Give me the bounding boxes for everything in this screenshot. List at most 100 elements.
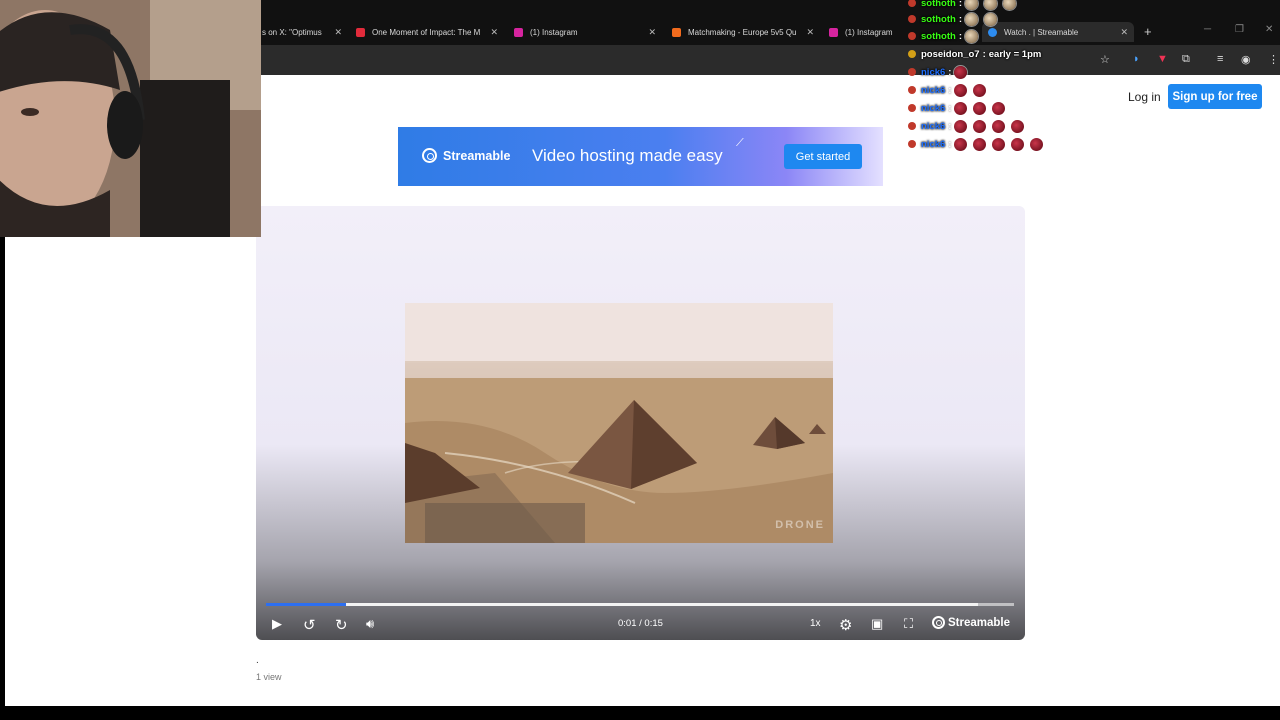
tab-youtube[interactable]: One Moment of Impact: The M ✕ [356, 22, 498, 42]
buffer-bar [266, 603, 979, 606]
chat-message: nick6: [908, 137, 1049, 151]
chat-username[interactable]: sothoth [921, 0, 956, 9]
promo-banner[interactable]: Streamable Video hosting made easy ⟋ Get… [398, 127, 883, 186]
chat-emote-icon [965, 29, 978, 43]
chat-message: nick6: [908, 65, 973, 79]
rewind-icon[interactable]: ↺ [303, 616, 316, 634]
star-icon[interactable]: ☆ [1100, 53, 1110, 66]
chat-emote-icon [954, 101, 968, 115]
get-started-button[interactable]: Get started [784, 144, 862, 169]
chat-message: nick6: [908, 101, 1011, 115]
extension-icon[interactable]: ◗ [1133, 53, 1140, 65]
chat-message: sothoth: [908, 29, 984, 43]
chat-emote-icon [973, 101, 987, 115]
progress-fill [266, 603, 347, 606]
chat-emote-icon [984, 0, 997, 10]
video-frame[interactable]: DRONE [405, 303, 833, 543]
shield-icon[interactable]: ▼ [1157, 53, 1168, 65]
seek-bar[interactable] [266, 603, 1014, 606]
chat-separator: : [958, 0, 962, 9]
picture-in-picture-icon[interactable]: ▣ [871, 616, 883, 632]
chat-username[interactable]: nick6 [921, 121, 945, 132]
chat-username[interactable]: sothoth [921, 14, 956, 25]
play-icon[interactable]: ▶ [272, 616, 282, 632]
window-close-icon[interactable]: ✕ [1265, 24, 1273, 35]
puzzle-icon[interactable]: ⧉ [1182, 53, 1190, 66]
chat-emote-icon [992, 119, 1006, 133]
player-brand-label: Streamable [948, 616, 1011, 629]
chat-emote-icon [973, 137, 987, 151]
forward-icon[interactable]: ↻ [335, 616, 348, 634]
screen: s on X: "Optimus ✕ One Moment of Impact:… [0, 0, 1280, 720]
chat-username[interactable]: poseidon_o7 [921, 49, 980, 60]
playback-speed-button[interactable]: 1x [810, 618, 821, 629]
tab-label: (1) Instagram [845, 27, 893, 37]
chat-badge-icon [908, 140, 916, 148]
close-icon[interactable]: ✕ [490, 27, 498, 38]
chat-separator: : [948, 138, 952, 150]
faceit-icon [672, 27, 681, 37]
chat-message: sothoth: [908, 12, 1003, 26]
tab-streamable[interactable]: Watch . | Streamable ✕ [982, 22, 1134, 42]
chat-emote-icon [1003, 0, 1016, 10]
chat-emote-icon [992, 101, 1006, 115]
tab-label: Matchmaking - Europe 5v5 Qu [688, 27, 797, 37]
minimize-icon[interactable]: ─ [1204, 24, 1211, 35]
media-icon[interactable]: ≡ [1217, 53, 1223, 65]
volume-icon[interactable]: 🔊︎ [366, 616, 374, 632]
chat-emote-icon [984, 12, 997, 26]
tab-matchmaking[interactable]: Matchmaking - Europe 5v5 Qu ✕ [672, 22, 814, 42]
taskbar-edge [0, 706, 1280, 720]
pyramids-aerial-image [405, 303, 833, 543]
chat-separator: : [948, 84, 952, 96]
video-player[interactable]: DRONE ▶ ↺ ↻ 🔊︎ 0:01 / 0:15 1x ⚙ ▣ ⛶ Stre… [256, 206, 1025, 640]
tab-instagram-2[interactable]: (1) Instagram [829, 22, 899, 42]
chat-username[interactable]: nick6 [921, 67, 945, 78]
chat-separator: : [948, 102, 952, 114]
tab-instagram[interactable]: (1) Instagram ✕ [514, 22, 656, 42]
tab-label: Watch . | Streamable [1004, 27, 1079, 37]
chat-badge-icon [908, 104, 916, 112]
view-count: 1 view [256, 672, 282, 682]
chat-badge-icon [908, 68, 916, 76]
chat-badge-icon [908, 122, 916, 130]
player-brand[interactable]: Streamable [932, 616, 1010, 629]
overlay-border [0, 237, 5, 720]
instagram-icon [514, 27, 523, 37]
streamable-logo-icon [932, 616, 945, 629]
signup-button[interactable]: Sign up for free [1168, 84, 1262, 109]
login-link[interactable]: Log in [1128, 90, 1161, 104]
gear-icon[interactable]: ⚙ [839, 616, 852, 634]
chat-separator: : [948, 120, 952, 132]
chat-username[interactable]: nick6 [921, 103, 945, 114]
chat-badge-icon [908, 0, 916, 7]
tab-x-post[interactable]: s on X: "Optimus ✕ [262, 22, 342, 42]
chat-message: poseidon_o7: early = 1pm [908, 47, 1041, 61]
close-icon[interactable]: ✕ [1120, 27, 1128, 38]
chat-emote-icon [954, 83, 968, 97]
chat-separator: : [958, 13, 962, 25]
chat-username[interactable]: nick6 [921, 85, 945, 96]
tab-label: (1) Instagram [530, 27, 578, 37]
banner-brand: Streamable [443, 148, 511, 163]
plus-icon[interactable]: + [1144, 24, 1152, 39]
menu-icon[interactable]: ⋮ [1268, 53, 1279, 66]
restore-icon[interactable]: ❐ [1235, 24, 1244, 35]
fullscreen-icon[interactable]: ⛶ [904, 616, 913, 632]
chat-emote-icon [1011, 137, 1025, 151]
profile-icon[interactable]: ◉ [1241, 53, 1251, 66]
chat-username[interactable]: nick6 [921, 139, 945, 150]
streamable-logo: Streamable [422, 148, 510, 163]
chat-username[interactable]: sothoth [921, 31, 956, 42]
chat-emote-icon [1030, 137, 1044, 151]
chat-message: nick6: [908, 119, 1030, 133]
chat-emote-icon [1011, 119, 1025, 133]
chat-badge-icon [908, 15, 916, 23]
chat-emote-icon [973, 119, 987, 133]
close-icon[interactable]: ✕ [334, 27, 342, 38]
chat-emote-icon [954, 65, 968, 79]
chat-badge-icon [908, 32, 916, 40]
close-icon[interactable]: ✕ [806, 27, 814, 38]
chat-emote-icon [954, 137, 968, 151]
close-icon[interactable]: ✕ [648, 27, 656, 38]
